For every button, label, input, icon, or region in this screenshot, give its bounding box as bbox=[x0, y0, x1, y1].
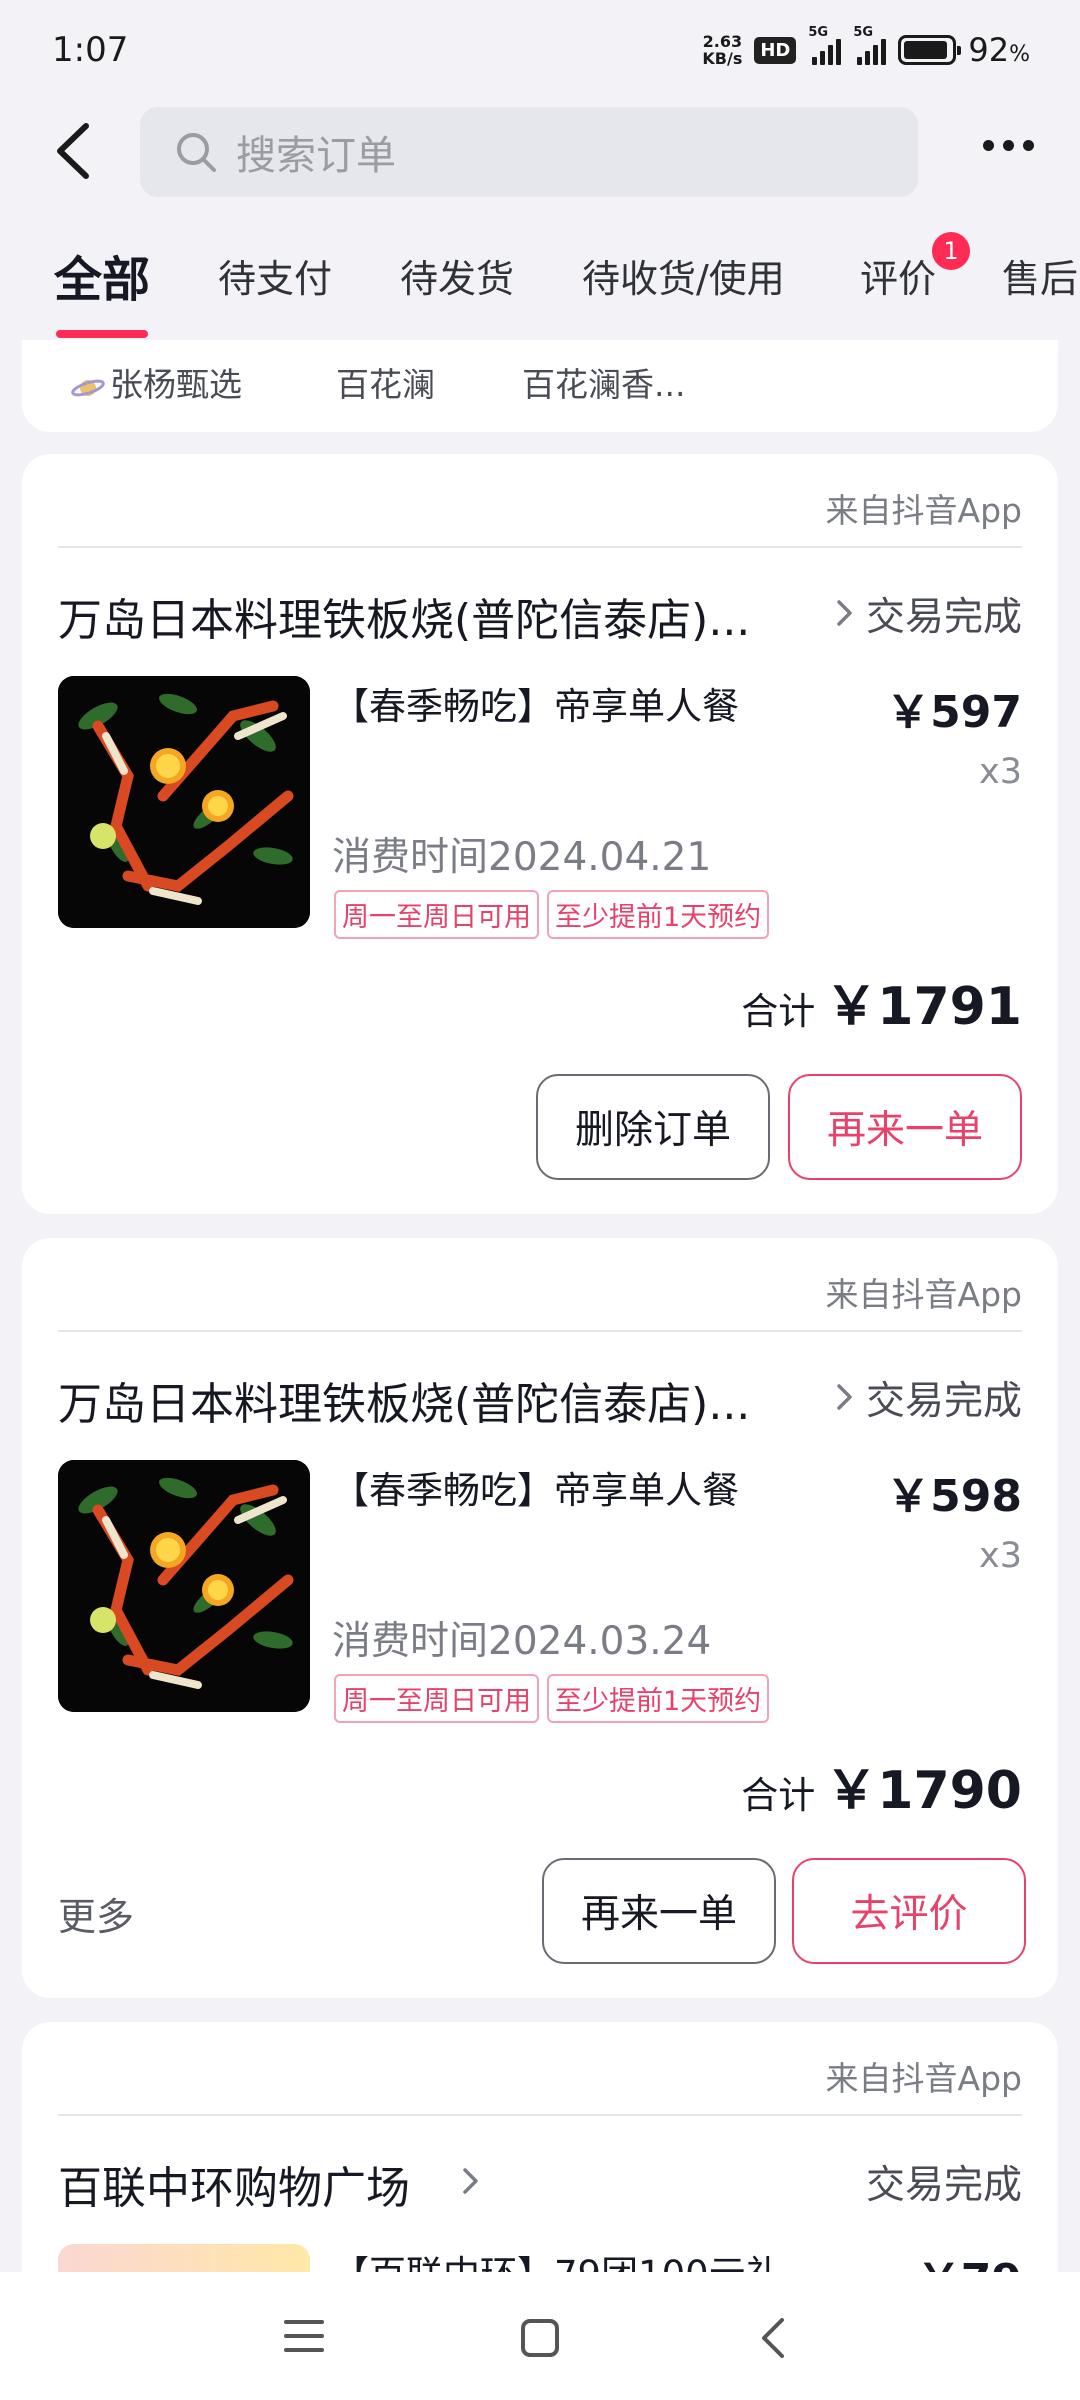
product-image[interactable] bbox=[58, 1460, 310, 1712]
product-price: ￥598 bbox=[886, 1471, 1022, 1522]
tab-all[interactable]: 全部 bbox=[54, 240, 150, 310]
store-row[interactable]: 百联中环购物广场 交易完成 bbox=[58, 2152, 1022, 2214]
delete-order-button[interactable]: 删除订单 bbox=[536, 1074, 770, 1180]
order-status: 交易完成 bbox=[865, 1379, 1022, 1424]
order-total: 合计 ￥1790 bbox=[741, 1748, 1022, 1823]
store-name[interactable]: 百联中环购物广场 bbox=[58, 2152, 410, 2216]
reorder-button[interactable]: 再来一单 bbox=[788, 1074, 1022, 1180]
battery-icon bbox=[898, 35, 962, 65]
planet-icon bbox=[71, 379, 105, 396]
consume-time: 消费时间2024.03.24 bbox=[332, 1619, 712, 1664]
status-icons: 2.63 KB/s HD 5G 5G 92% bbox=[702, 25, 1030, 69]
shop-item[interactable]: 百花澜香... bbox=[522, 358, 685, 406]
order-status: 交易完成 bbox=[865, 595, 1022, 640]
total-label: 合计 bbox=[741, 990, 816, 1033]
consume-time: 消费时间2024.04.21 bbox=[332, 835, 712, 880]
tag-pill: 周一至周日可用 bbox=[334, 1674, 539, 1723]
chevron-left-icon bbox=[57, 123, 89, 179]
order-source: 来自抖音App bbox=[825, 2059, 1022, 2098]
network-speed-value: 2.63 bbox=[702, 32, 743, 51]
divider bbox=[58, 1330, 1022, 1332]
store-name[interactable]: 万岛日本料理铁板烧(普陀信泰店)... bbox=[58, 1368, 750, 1432]
shop-suggestion-card: 张杨甄选 百花澜 百花澜香... bbox=[22, 340, 1058, 432]
tag-pill: 至少提前1天预约 bbox=[547, 1674, 770, 1723]
search-icon bbox=[177, 133, 216, 172]
product-price: ￥597 bbox=[886, 687, 1022, 738]
more-link[interactable]: 更多 bbox=[58, 1886, 134, 1941]
order-card[interactable]: 来自抖音App 万岛日本料理铁板烧(普陀信泰店)... 交易完成 【春季畅吃】帝… bbox=[22, 1238, 1058, 1998]
hd-icon: HD bbox=[754, 36, 797, 64]
order-status: 交易完成 bbox=[865, 2163, 1022, 2208]
back-button[interactable] bbox=[50, 120, 100, 182]
tab-pending-payment[interactable]: 待支付 bbox=[218, 248, 332, 303]
tab-pending-shipment[interactable]: 待发货 bbox=[400, 248, 514, 303]
signal-label: 5G bbox=[808, 25, 829, 40]
status-bar: 1:07 2.63 KB/s HD 5G 5G 92% bbox=[0, 0, 1080, 100]
more-dots-icon bbox=[983, 140, 994, 151]
header: 搜索订单 bbox=[0, 100, 1080, 202]
total-amount: ￥1791 bbox=[825, 977, 1022, 1037]
total-amount: ￥1790 bbox=[825, 1761, 1022, 1821]
tab-pending-receipt[interactable]: 待收货/使用 bbox=[582, 248, 785, 303]
chevron-right-icon bbox=[837, 600, 852, 626]
system-nav-bar bbox=[0, 2272, 1080, 2400]
battery-percent: 92% bbox=[968, 31, 1030, 69]
store-row[interactable]: 万岛日本料理铁板烧(普陀信泰店)... 交易完成 bbox=[58, 1368, 1022, 1430]
chevron-right-icon bbox=[837, 1384, 852, 1410]
store-row[interactable]: 万岛日本料理铁板烧(普陀信泰店)... 交易完成 bbox=[58, 584, 1022, 646]
chevron-right-icon bbox=[463, 2168, 478, 2194]
more-options-button[interactable] bbox=[983, 140, 1034, 151]
tag-pill: 周一至周日可用 bbox=[334, 890, 539, 939]
shop-item[interactable]: 张杨甄选 bbox=[70, 358, 242, 406]
tag-pill: 至少提前1天预约 bbox=[547, 890, 770, 939]
search-input[interactable]: 搜索订单 bbox=[140, 107, 918, 197]
product-title[interactable]: 【春季畅吃】帝享单人餐 bbox=[332, 676, 739, 730]
divider bbox=[58, 2114, 1022, 2116]
review-count-badge: 1 bbox=[932, 232, 970, 270]
reorder-button[interactable]: 再来一单 bbox=[542, 1858, 776, 1964]
divider bbox=[58, 546, 1022, 548]
product-image[interactable] bbox=[58, 676, 310, 928]
product-quantity: x3 bbox=[979, 752, 1022, 792]
total-label: 合计 bbox=[741, 1774, 816, 1817]
tab-after-sales[interactable]: 售后 bbox=[1002, 248, 1078, 303]
order-source: 来自抖音App bbox=[825, 491, 1022, 530]
tab-indicator bbox=[56, 330, 148, 338]
order-total: 合计 ￥1791 bbox=[741, 964, 1022, 1039]
signal-label: 5G bbox=[853, 25, 874, 40]
review-button[interactable]: 去评价 bbox=[792, 1858, 1026, 1964]
network-speed-unit: KB/s bbox=[702, 49, 743, 68]
order-card[interactable]: 来自抖音App 万岛日本料理铁板烧(普陀信泰店)... 交易完成 【春季畅吃】帝… bbox=[22, 454, 1058, 1214]
store-name[interactable]: 万岛日本料理铁板烧(普陀信泰店)... bbox=[58, 584, 750, 648]
menu-icon[interactable] bbox=[282, 2316, 326, 2356]
tab-review[interactable]: 评价 bbox=[860, 248, 936, 303]
product-title[interactable]: 【春季畅吃】帝享单人餐 bbox=[332, 1460, 739, 1514]
clock: 1:07 bbox=[52, 30, 129, 70]
signal-icon: 5G bbox=[853, 25, 887, 65]
signal-icon: 5G bbox=[808, 25, 842, 65]
product-quantity: x3 bbox=[979, 1536, 1022, 1576]
search-placeholder: 搜索订单 bbox=[236, 133, 396, 179]
shop-item[interactable]: 百花澜 bbox=[336, 358, 435, 406]
network-speed: 2.63 KB/s bbox=[702, 33, 742, 67]
order-source: 来自抖音App bbox=[825, 1275, 1022, 1314]
product-tags: 周一至周日可用 至少提前1天预约 bbox=[334, 1674, 770, 1723]
back-nav-icon[interactable] bbox=[758, 2316, 788, 2360]
order-tabs: 全部 待支付 待发货 待收货/使用 评价 售后 bbox=[0, 232, 1080, 342]
home-icon[interactable] bbox=[518, 2316, 562, 2360]
product-tags: 周一至周日可用 至少提前1天预约 bbox=[334, 890, 770, 939]
